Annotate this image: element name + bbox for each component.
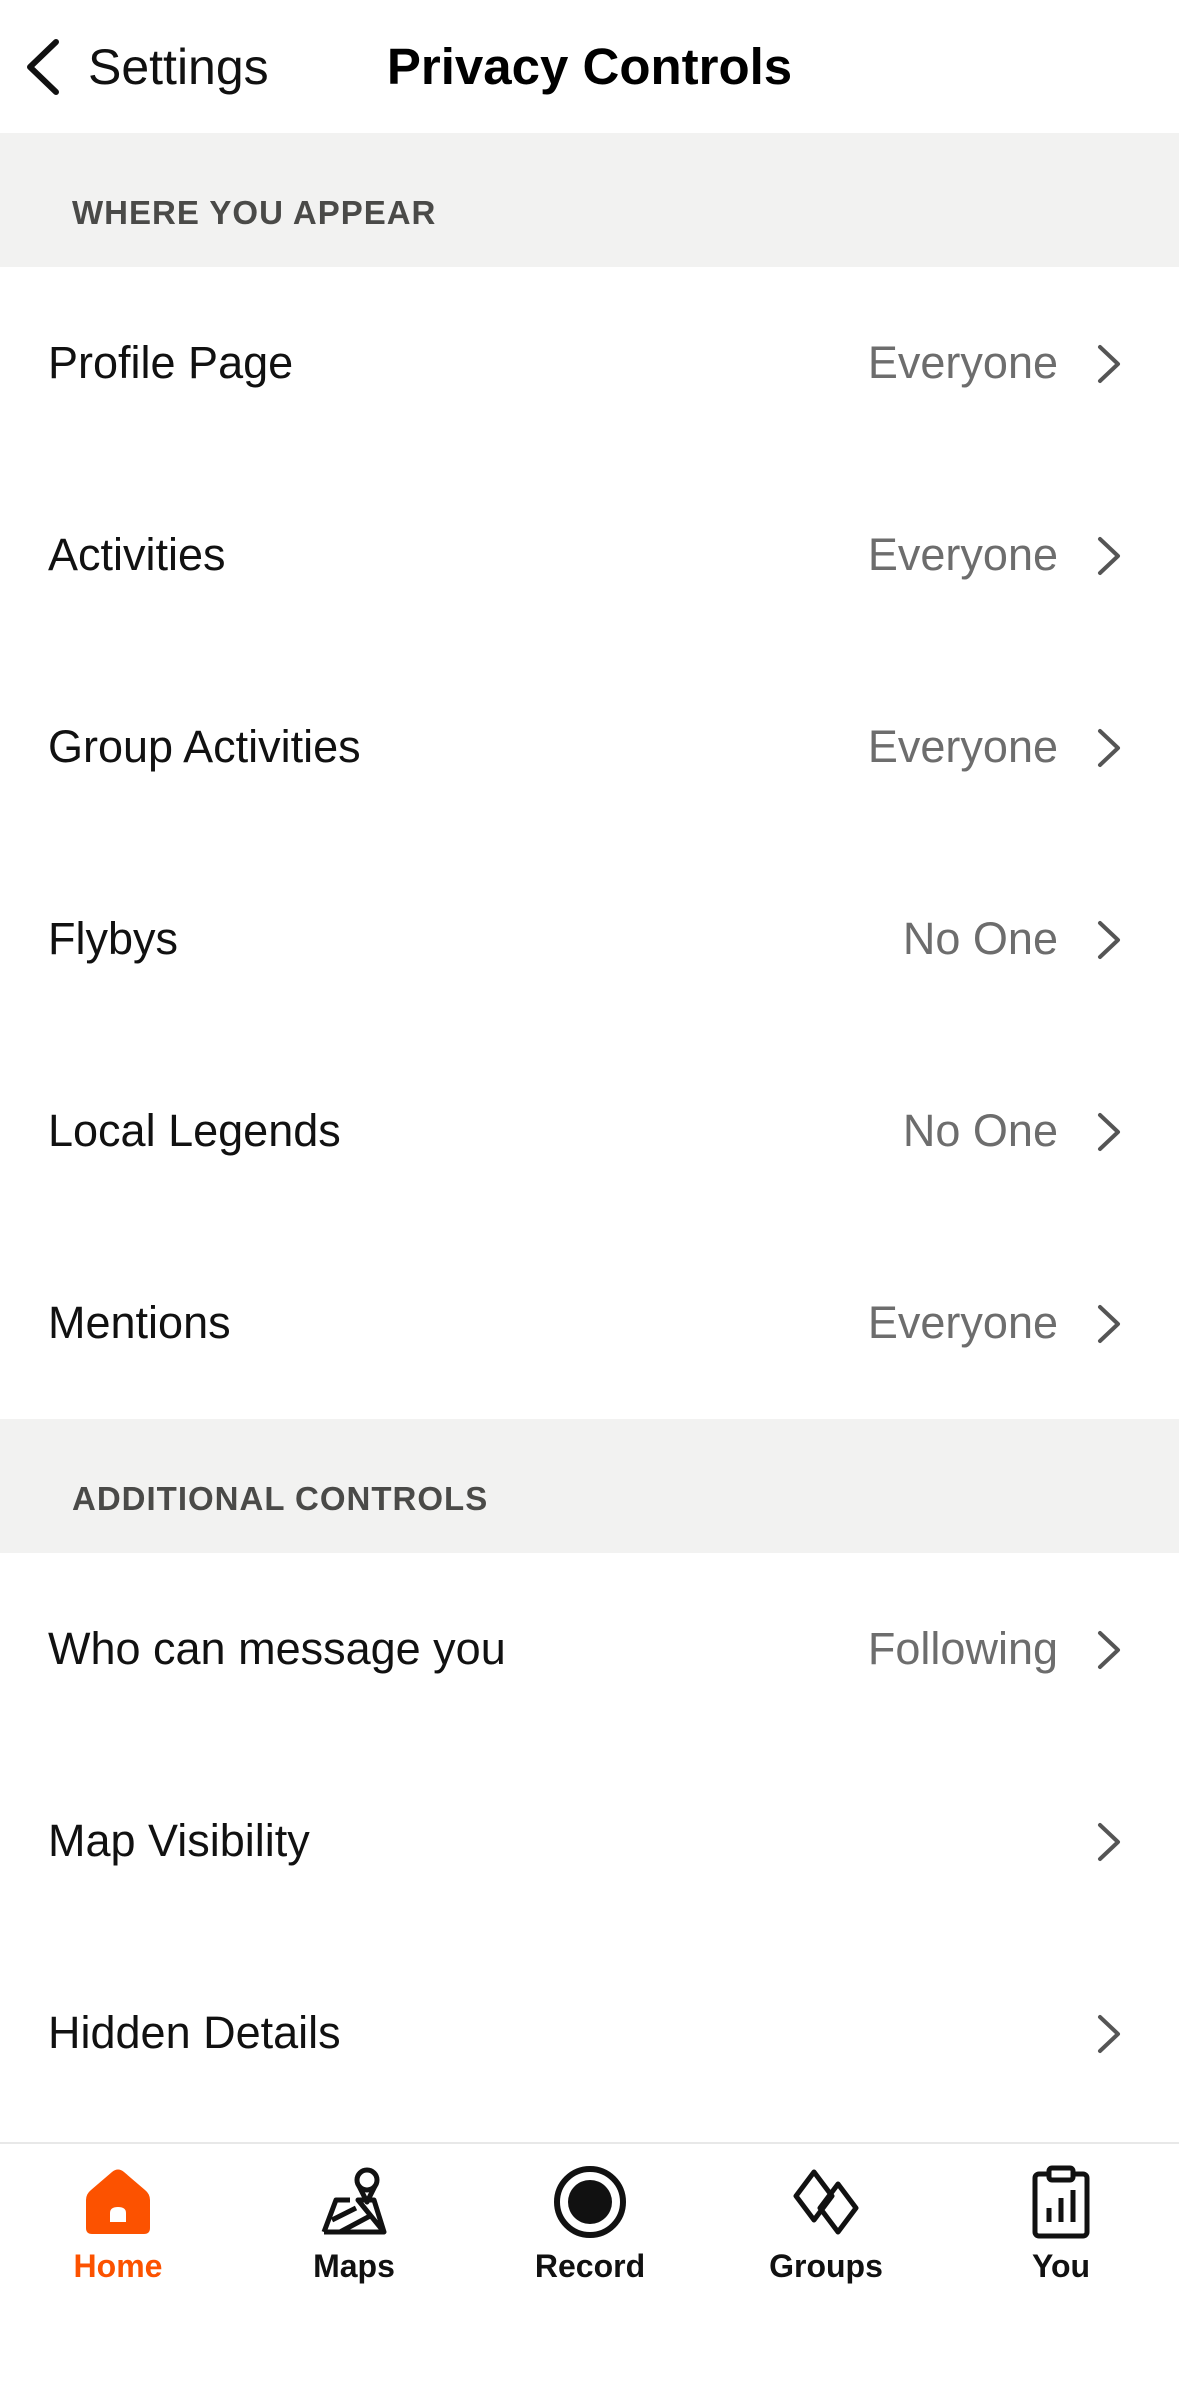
- row-label: Profile Page: [48, 337, 294, 388]
- home-icon: [0, 2162, 236, 2242]
- navigation-bar: Privacy Controls Settings: [0, 0, 1179, 133]
- row-value: Everyone: [867, 529, 1058, 580]
- row-label: Mentions: [48, 1297, 231, 1348]
- maps-icon: [236, 2162, 472, 2242]
- tab-record[interactable]: Record: [472, 2144, 708, 2304]
- chevron-right-icon: [1098, 1823, 1120, 1861]
- tab-groups[interactable]: Groups: [708, 2144, 944, 2304]
- tab-label: Maps: [313, 2248, 395, 2284]
- chevron-right-icon: [1098, 1305, 1120, 1343]
- row-value: No One: [902, 913, 1058, 964]
- chevron-right-icon: [1098, 2015, 1120, 2053]
- row-label: Activities: [48, 529, 226, 580]
- chevron-right-icon: [1098, 345, 1120, 383]
- row-flybys[interactable]: Flybys No One: [0, 843, 1179, 1035]
- row-hidden-details[interactable]: Hidden Details: [0, 1937, 1179, 2129]
- privacy-controls-screen: Privacy Controls Settings WHERE YOU APPE…: [0, 0, 1179, 2396]
- groups-icon: [708, 2162, 944, 2242]
- row-value: Everyone: [867, 721, 1058, 772]
- row-label: Group Activities: [48, 721, 361, 772]
- chevron-right-icon: [1098, 537, 1120, 575]
- tab-label: You: [1031, 2248, 1091, 2284]
- bottom-tab-bar: Home Maps Record Groups You: [0, 2142, 1179, 2396]
- tab-label: Groups: [769, 2248, 883, 2284]
- row-label: Hidden Details: [48, 2007, 341, 2058]
- section-header-label: ADDITIONAL CONTROLS: [72, 1480, 489, 1517]
- section-header-label: WHERE YOU APPEAR: [72, 194, 437, 231]
- row-activities[interactable]: Activities Everyone: [0, 459, 1179, 651]
- row-map-visibility[interactable]: Map Visibility: [0, 1745, 1179, 1937]
- chevron-right-icon: [1098, 921, 1120, 959]
- back-button[interactable]: Settings: [20, 30, 269, 104]
- row-label: Map Visibility: [48, 1815, 310, 1866]
- tab-you[interactable]: You: [943, 2144, 1179, 2304]
- chevron-left-icon: [27, 39, 59, 95]
- back-button-label: Settings: [88, 39, 269, 95]
- you-icon: [943, 2162, 1179, 2242]
- row-label: Who can message you: [48, 1623, 506, 1674]
- tab-label: Home: [73, 2248, 163, 2284]
- row-value: No One: [902, 1105, 1058, 1156]
- row-group-activities[interactable]: Group Activities Everyone: [0, 651, 1179, 843]
- chevron-right-icon: [1098, 729, 1120, 767]
- row-profile-page[interactable]: Profile Page Everyone: [0, 267, 1179, 459]
- row-value: Everyone: [867, 337, 1058, 388]
- chevron-right-icon: [1098, 1113, 1120, 1151]
- row-mentions[interactable]: Mentions Everyone: [0, 1227, 1179, 1419]
- row-label: Local Legends: [48, 1105, 341, 1156]
- row-who-can-message-you[interactable]: Who can message you Following: [0, 1553, 1179, 1745]
- section-header-additional-controls: ADDITIONAL CONTROLS: [0, 1419, 1179, 1553]
- row-label: Flybys: [48, 913, 179, 964]
- tab-home[interactable]: Home: [0, 2144, 236, 2304]
- record-icon: [472, 2162, 708, 2242]
- tab-maps[interactable]: Maps: [236, 2144, 472, 2304]
- chevron-right-icon: [1098, 1631, 1120, 1669]
- row-value: Everyone: [867, 1297, 1058, 1348]
- section-header-where-you-appear: WHERE YOU APPEAR: [0, 133, 1179, 267]
- row-value: Following: [867, 1623, 1058, 1674]
- tab-label: Record: [534, 2248, 646, 2284]
- row-local-legends[interactable]: Local Legends No One: [0, 1035, 1179, 1227]
